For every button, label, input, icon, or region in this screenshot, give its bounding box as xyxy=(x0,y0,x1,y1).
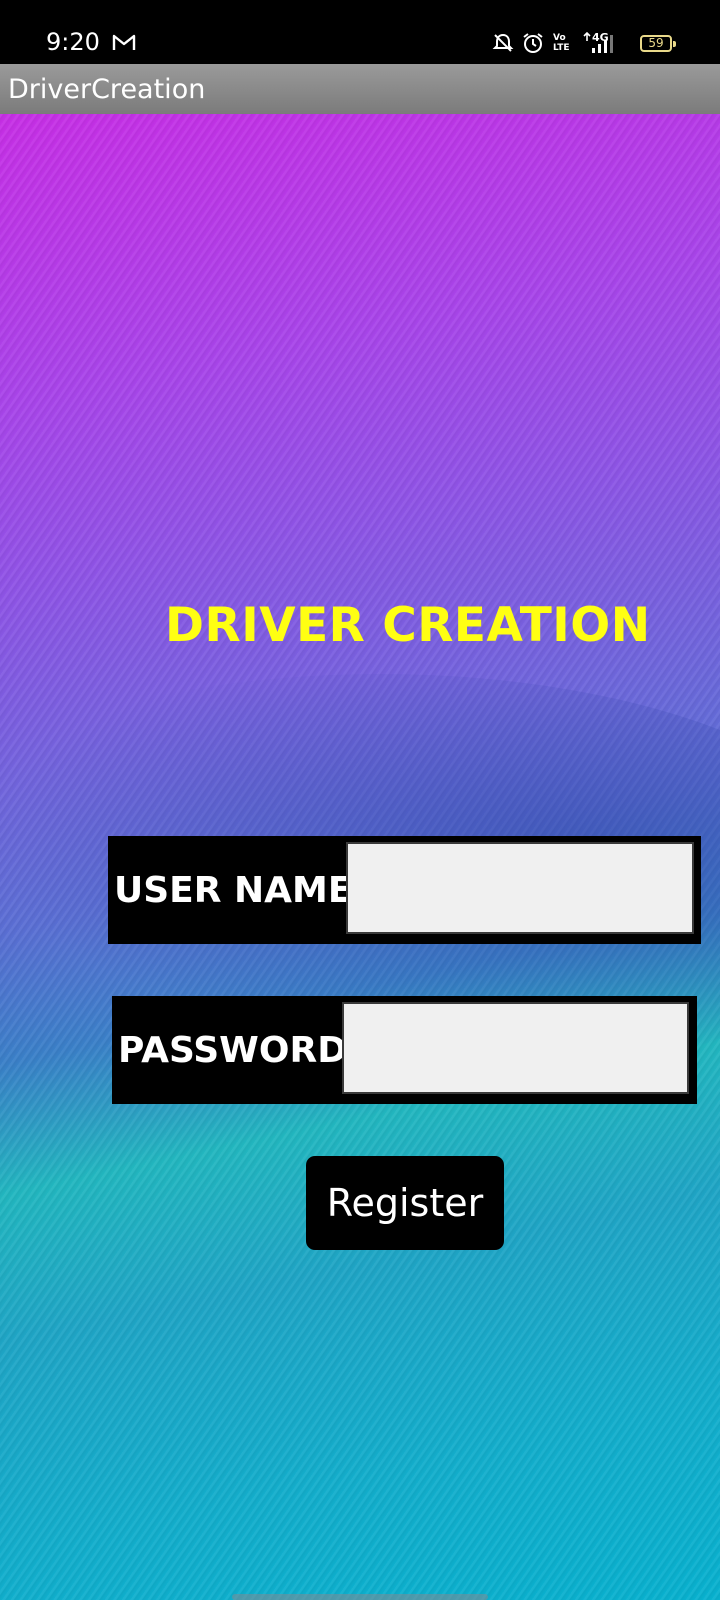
volte-icon: Vo LTE xyxy=(553,33,570,53)
battery-icon: 59 xyxy=(640,35,676,52)
navigation-gesture-bar[interactable] xyxy=(232,1594,488,1600)
username-input[interactable] xyxy=(346,842,694,934)
password-input[interactable] xyxy=(342,1002,689,1094)
do-not-disturb-icon xyxy=(492,33,514,52)
status-time: 9:20 xyxy=(46,28,100,56)
password-row: PASSWORD xyxy=(112,996,697,1104)
alarm-icon xyxy=(523,33,543,53)
background-image: DRIVER CREATION USER NAME PASSWORD Regis… xyxy=(0,114,720,1600)
register-button[interactable]: Register xyxy=(306,1156,504,1250)
username-label: USER NAME xyxy=(114,870,353,911)
status-bar: 9:20 Vo LTE 4G 59 xyxy=(0,0,720,64)
app-title: DriverCreation xyxy=(8,74,206,105)
page-heading: DRIVER CREATION xyxy=(165,598,651,653)
signal-4g-icon xyxy=(583,32,613,53)
app-bar: DriverCreation xyxy=(0,64,720,114)
password-label: PASSWORD xyxy=(118,1030,348,1071)
username-row: USER NAME xyxy=(108,836,701,944)
gmail-icon xyxy=(112,34,136,50)
